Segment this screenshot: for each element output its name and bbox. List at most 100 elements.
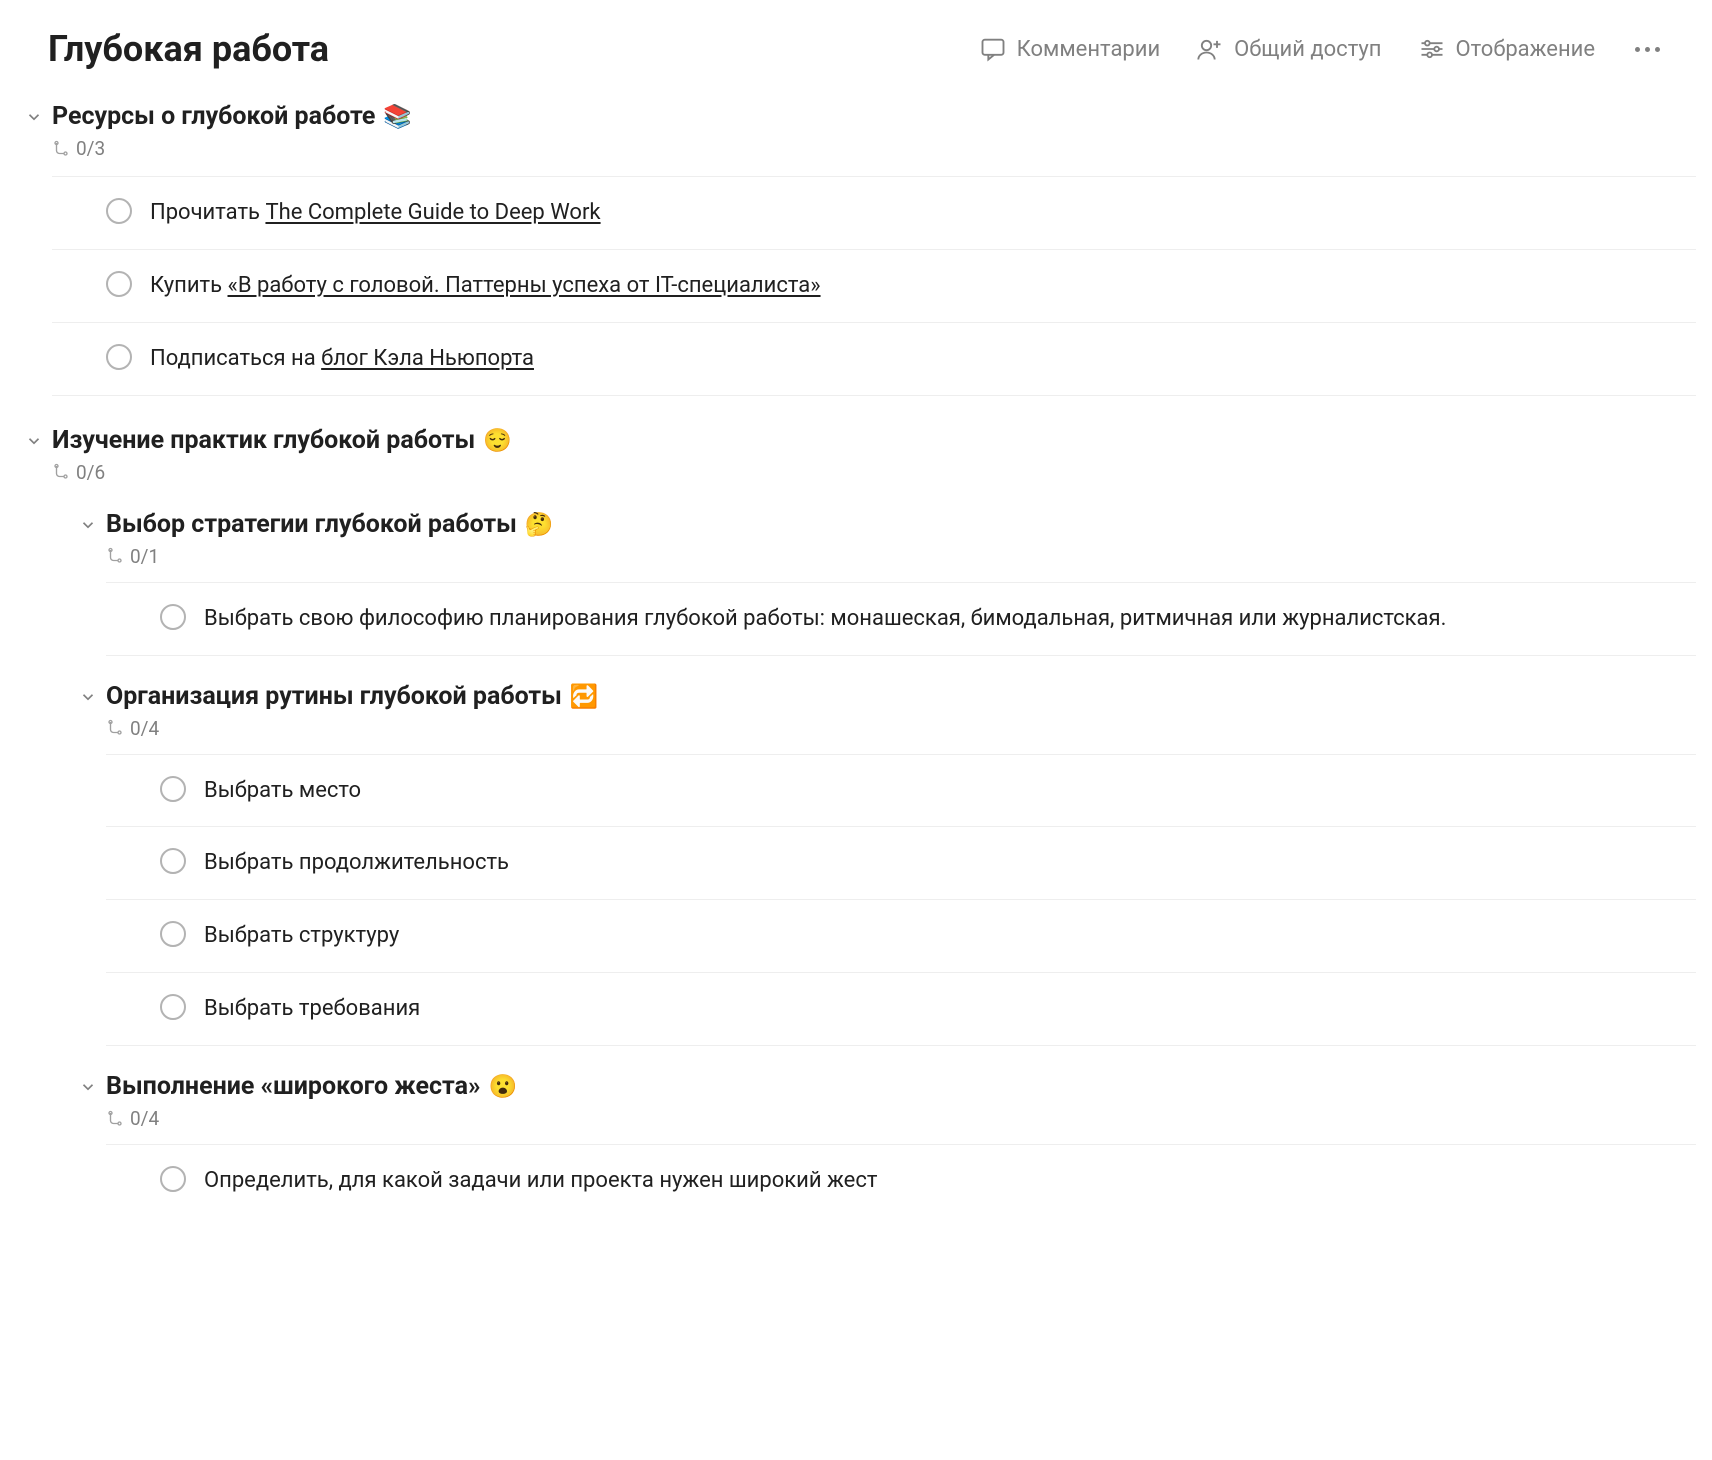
task-text-prefix: Прочитать [150,200,265,225]
task-text-link[interactable]: The Complete Guide to Deep Work [265,200,600,225]
task-text-prefix: Подписаться на [150,346,321,371]
task-text: Выбрать требования [204,993,420,1025]
section-title-text: Выбор стратегии глубокой работы [106,510,517,539]
task-row[interactable]: Купить «В работу с головой. Паттерны усп… [52,250,1696,323]
subtask-icon [52,140,70,158]
task-checkbox[interactable] [106,198,132,224]
view-button[interactable]: Отображение [1418,35,1595,63]
view-label: Отображение [1456,37,1595,62]
section-title: Ресурсы о глубокой работе 📚 [52,102,412,131]
page-title: Глубокая работа [48,28,329,70]
hushed-emoji-icon: 😮 [488,1073,517,1100]
task-row[interactable]: Выбрать структуру [106,900,1696,973]
repeat-emoji-icon: 🔁 [570,683,599,710]
section-body: Прочитать The Complete Guide to Deep Wor… [16,176,1696,396]
section-heading-block: Изучение практик глубокой работы 😌 0/6 [52,426,512,484]
task-row[interactable]: Определить, для какой задачи или проекта… [106,1145,1696,1217]
task-text: Определить, для какой задачи или проекта… [204,1165,877,1197]
task-row[interactable]: Выбрать свою философию планирования глуб… [106,583,1696,656]
subtask-count: 0/4 [106,1107,517,1130]
section-body: Выбрать место Выбрать продолжительность … [70,754,1696,1047]
section-title: Организация рутины глубокой работы 🔁 [106,682,598,711]
subtask-icon [106,1110,124,1128]
task-text-link[interactable]: «В работу с головой. Паттерны успеха от … [228,273,821,298]
section-header[interactable]: Изучение практик глубокой работы 😌 0/6 [16,396,1696,484]
section-heading-block: Ресурсы о глубокой работе 📚 0/3 [52,102,412,160]
section: Изучение практик глубокой работы 😌 0/6 [16,396,1696,1217]
share-icon [1196,35,1224,63]
section: Выбор стратегии глубокой работы 🤔 0/1 [70,484,1696,656]
task-checkbox[interactable] [106,344,132,370]
section-heading-block: Выбор стратегии глубокой работы 🤔 0/1 [106,510,553,568]
dot-icon [1635,47,1640,52]
section-title-text: Изучение практик глубокой работы [52,426,475,455]
subtask-count-text: 0/4 [130,1107,159,1130]
task-row[interactable]: Выбрать место [106,755,1696,828]
header-actions: Комментарии Общий доступ Отображение [979,35,1664,63]
section-body: Определить, для какой задачи или проекта… [70,1144,1696,1217]
task-text: Купить «В работу с головой. Паттерны усп… [150,270,821,302]
more-menu-button[interactable] [1631,43,1664,56]
task-row[interactable]: Подписаться на блог Кэла Ньюпорта [52,323,1696,396]
task-row[interactable]: Прочитать The Complete Guide to Deep Wor… [52,177,1696,250]
subtask-icon [106,719,124,737]
section-title-text: Выполнение «широкого жеста» [106,1072,480,1101]
dot-icon [1645,47,1650,52]
section-title-text: Ресурсы о глубокой работе [52,102,375,131]
share-button[interactable]: Общий доступ [1196,35,1381,63]
content: Ресурсы о глубокой работе 📚 0/3 Прочитат… [0,88,1712,1217]
subtask-count-text: 0/6 [76,461,105,484]
section-title-text: Организация рутины глубокой работы [106,682,562,711]
relieved-emoji-icon: 😌 [483,427,512,454]
section-header[interactable]: Организация рутины глубокой работы 🔁 0/4 [70,656,1696,740]
share-label: Общий доступ [1234,37,1381,62]
section: Организация рутины глубокой работы 🔁 0/4 [70,656,1696,1047]
books-emoji-icon: 📚 [383,103,412,130]
task-checkbox[interactable] [160,994,186,1020]
task-text: Выбрать структуру [204,920,399,952]
task-checkbox[interactable] [106,271,132,297]
chevron-down-icon[interactable] [70,1072,106,1096]
section-heading-block: Организация рутины глубокой работы 🔁 0/4 [106,682,598,740]
header: Глубокая работа Комментарии Общий доступ [0,0,1712,88]
sliders-icon [1418,35,1446,63]
subtask-icon [106,547,124,565]
section-title: Изучение практик глубокой работы 😌 [52,426,512,455]
subtask-count: 0/3 [52,137,412,160]
section-title: Выполнение «широкого жеста» 😮 [106,1072,517,1101]
task-text: Выбрать продолжительность [204,847,509,879]
section-heading-block: Выполнение «широкого жеста» 😮 0/4 [106,1072,517,1130]
subtask-count: 0/6 [52,461,512,484]
comments-button[interactable]: Комментарии [979,35,1161,63]
subtask-count: 0/1 [106,545,553,568]
comments-label: Комментарии [1017,37,1161,62]
dot-icon [1655,47,1660,52]
section-title: Выбор стратегии глубокой работы 🤔 [106,510,553,539]
section-header[interactable]: Ресурсы о глубокой работе 📚 0/3 [16,88,1696,160]
chevron-down-icon[interactable] [70,510,106,534]
task-text: Выбрать свою философию планирования глуб… [204,603,1446,635]
subtask-count-text: 0/1 [130,545,159,568]
section-body: Выбрать свою философию планирования глуб… [70,582,1696,656]
chevron-down-icon[interactable] [16,426,52,450]
task-row[interactable]: Выбрать требования [106,973,1696,1046]
comment-icon [979,35,1007,63]
task-checkbox[interactable] [160,848,186,874]
section: Ресурсы о глубокой работе 📚 0/3 Прочитат… [16,88,1696,396]
task-checkbox[interactable] [160,604,186,630]
task-checkbox[interactable] [160,1166,186,1192]
subtask-icon [52,463,70,481]
chevron-down-icon[interactable] [70,682,106,706]
task-checkbox[interactable] [160,921,186,947]
task-checkbox[interactable] [160,776,186,802]
subtask-count: 0/4 [106,717,598,740]
task-row[interactable]: Выбрать продолжительность [106,827,1696,900]
nested-sections: Выбор стратегии глубокой работы 🤔 0/1 [16,484,1696,1217]
task-text: Выбрать место [204,775,361,807]
task-text: Подписаться на блог Кэла Ньюпорта [150,343,534,375]
task-text-link[interactable]: блог Кэла Ньюпорта [321,346,534,371]
chevron-down-icon[interactable] [16,102,52,126]
section-header[interactable]: Выполнение «широкого жеста» 😮 0/4 [70,1046,1696,1130]
subtask-count-text: 0/3 [76,137,105,160]
section-header[interactable]: Выбор стратегии глубокой работы 🤔 0/1 [70,484,1696,568]
